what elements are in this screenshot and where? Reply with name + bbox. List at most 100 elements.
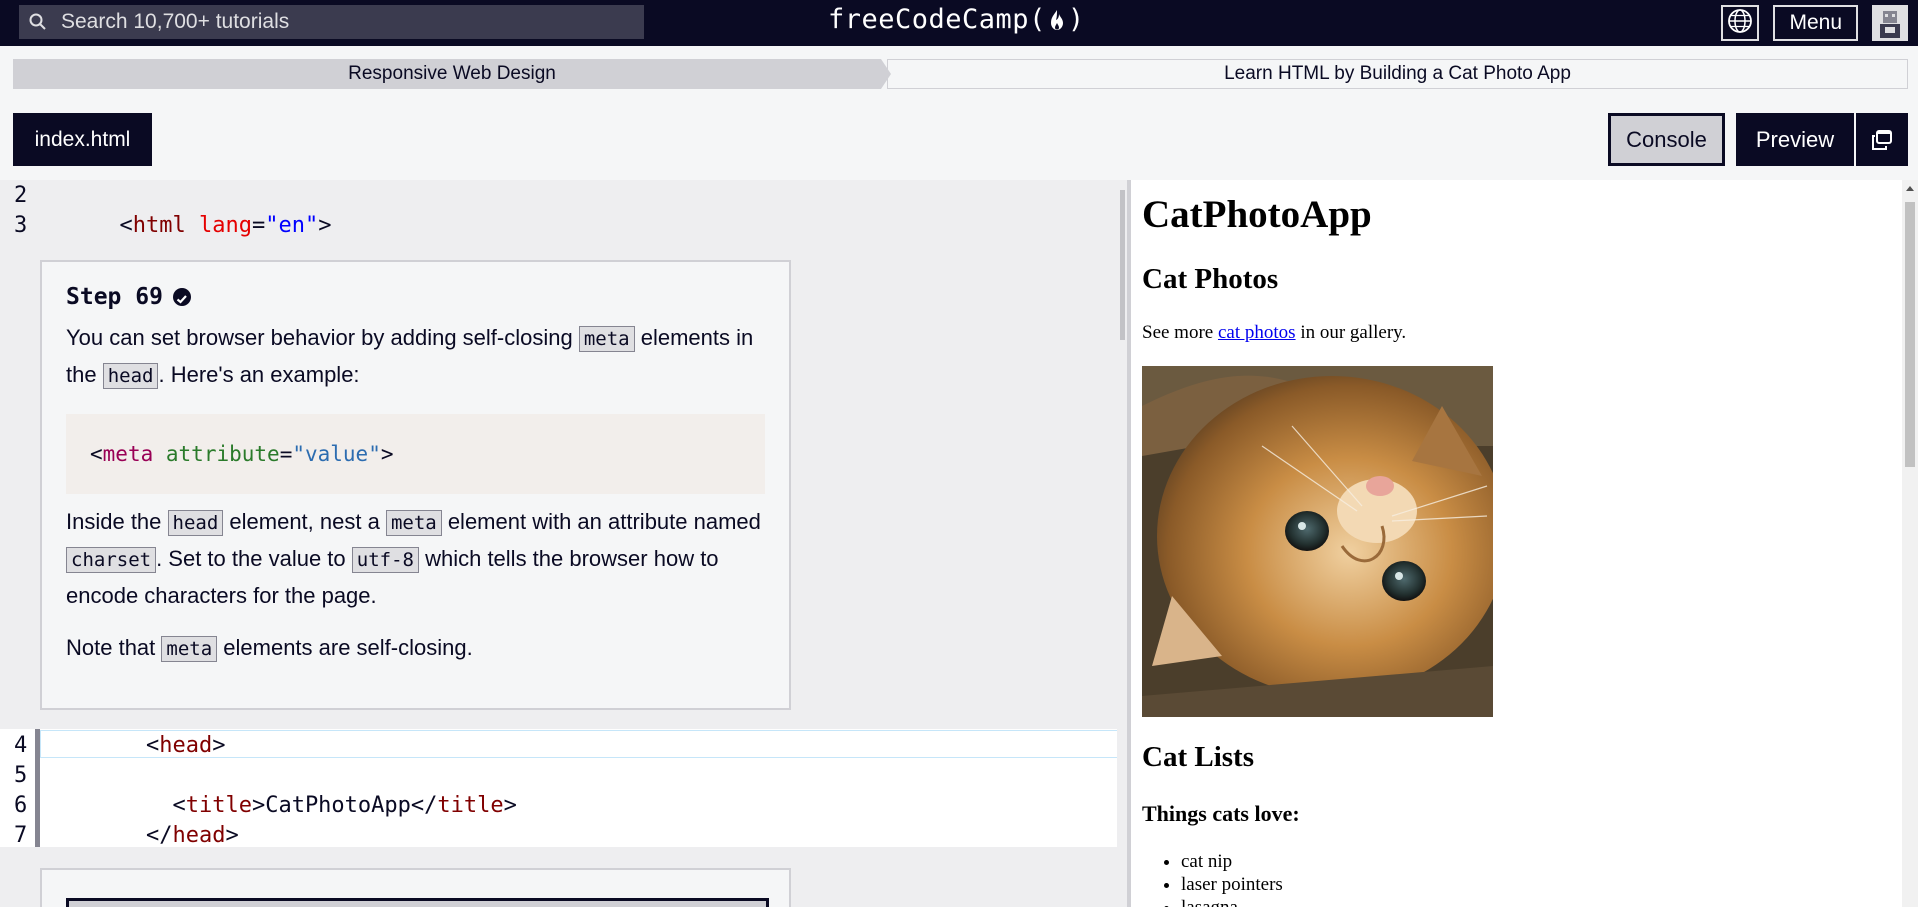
code-token: lang — [198, 212, 252, 238]
code-token: > — [251, 792, 266, 818]
preview-scrollbar[interactable] — [1902, 180, 1918, 907]
breadcrumb-superblock[interactable]: Responsive Web Design — [13, 59, 891, 89]
code-example: < meta attribute = "value" > — [66, 414, 765, 494]
line-number: 7 — [14, 822, 28, 848]
language-button[interactable] — [1721, 5, 1760, 41]
preview-list: cat nip laser pointers lasagna — [1181, 850, 1283, 907]
console-button[interactable]: Console — [1608, 113, 1725, 166]
code-token: < — [90, 442, 103, 466]
code-token: </ — [145, 822, 173, 848]
step-paragraph-3: Note that meta elements are self-closing… — [66, 630, 765, 667]
preview-h3: Things cats love: — [1142, 801, 1300, 826]
text: element, nest a — [223, 509, 386, 534]
preview-h2-lists: Cat Lists — [1142, 741, 1254, 773]
inline-code: meta — [578, 326, 635, 352]
cat-photos-link[interactable]: cat photos — [1218, 322, 1296, 343]
cat-photo[interactable] — [1142, 366, 1493, 717]
code-editor[interactable]: 2 3 <html lang="en"> Step 69 You can set… — [0, 180, 1127, 907]
code-token: head — [172, 822, 226, 848]
inline-code: meta — [385, 510, 442, 536]
step-title: Step 69 — [66, 284, 765, 310]
code-token: attribute — [165, 442, 280, 466]
code-token: > — [318, 212, 332, 238]
text: Inside the — [66, 509, 168, 534]
step-description: Step 69 You can set browser behavior by … — [40, 260, 791, 710]
code-text[interactable]: </head> — [40, 798, 239, 873]
search-bar[interactable] — [19, 5, 644, 39]
text: See more — [1142, 322, 1218, 343]
line-number: 4 — [14, 732, 28, 758]
code-text: <html lang="en"> — [40, 188, 331, 263]
text: . Set to the value to — [156, 546, 352, 571]
popout-icon[interactable] — [1854, 113, 1908, 166]
preview-label: Preview — [1755, 126, 1835, 152]
inline-code: head — [102, 363, 159, 389]
code-token: > — [225, 822, 239, 848]
list-item: lasagna — [1181, 896, 1283, 907]
search-icon — [28, 12, 48, 32]
step-title-text: Step 69 — [66, 284, 163, 310]
code-token: title — [437, 792, 504, 818]
code-token: html — [132, 212, 186, 238]
code-token: > — [212, 732, 226, 758]
action-panel — [40, 868, 791, 907]
editor-scrollbar[interactable] — [1117, 180, 1127, 907]
avatar-icon[interactable] — [1872, 5, 1908, 41]
line-number: 2 — [14, 182, 28, 208]
text: in our gallery. — [1295, 322, 1407, 343]
nav-right: Menu — [1721, 4, 1918, 42]
list-item: laser pointers — [1181, 873, 1283, 896]
line-number: 5 — [14, 762, 28, 788]
preview-button[interactable]: Preview — [1736, 113, 1908, 166]
text: element with an attribute named — [441, 509, 761, 534]
preview-h1: CatPhotoApp — [1142, 193, 1372, 236]
editor-scrollbar-thumb[interactable] — [1120, 190, 1125, 340]
code-token: > — [503, 792, 517, 818]
fcc-logo[interactable]: freeCodeCamp( ) — [828, 4, 1085, 35]
logo-close-paren: ) — [1067, 4, 1085, 35]
text: . Here's an example: — [158, 362, 360, 387]
code-token: = — [251, 212, 266, 238]
menu-button[interactable]: Menu — [1773, 5, 1858, 41]
code-token: < — [119, 212, 133, 238]
inline-code: utf-8 — [351, 547, 419, 573]
text: elements are self-closing. — [217, 635, 473, 660]
check-circle-icon — [172, 288, 191, 306]
inline-code: head — [167, 510, 224, 536]
text: Note that — [66, 635, 162, 660]
code-token: "value" — [292, 442, 381, 466]
code-token: head — [159, 732, 213, 758]
list-item: cat nip — [1181, 850, 1283, 873]
globe-icon — [1727, 8, 1753, 39]
preview-scrollbar-thumb[interactable] — [1905, 202, 1915, 467]
step-paragraph-1: You can set browser behavior by adding s… — [66, 320, 765, 394]
logo-open-paren: ( — [1029, 4, 1046, 35]
line-number: 6 — [14, 792, 28, 818]
logo-text: freeCodeCamp — [828, 4, 1030, 35]
preview-pane: CatPhotoApp Cat Photos See more cat phot… — [1131, 180, 1902, 907]
code-token: meta — [102, 442, 154, 466]
code-token: "en" — [265, 212, 319, 238]
breadcrumb-block[interactable]: Learn HTML by Building a Cat Photo App — [887, 59, 1908, 89]
search-input[interactable] — [61, 10, 621, 34]
preview-paragraph: See more cat photos in our gallery. — [1142, 322, 1406, 344]
step-paragraph-2: Inside the head element, nest a meta ele… — [66, 504, 765, 614]
code-token: = — [279, 442, 293, 466]
top-nav: freeCodeCamp( ) Menu — [0, 0, 1918, 46]
code-token: CatPhotoApp — [265, 792, 411, 818]
code-token: </ — [410, 792, 438, 818]
inline-code: meta — [161, 636, 218, 662]
inline-code: charset — [66, 547, 157, 573]
flame-icon — [1048, 8, 1066, 32]
breadcrumb: Responsive Web Design Learn HTML by Buil… — [13, 59, 1908, 89]
code-token: > — [380, 442, 394, 466]
scroll-up-icon[interactable] — [1906, 186, 1914, 191]
code-token: < — [145, 732, 160, 758]
line-number: 3 — [14, 212, 28, 238]
check-code-button[interactable] — [66, 898, 769, 907]
preview-h2-photos: Cat Photos — [1142, 263, 1279, 295]
tab-index-html[interactable]: index.html — [13, 113, 152, 166]
